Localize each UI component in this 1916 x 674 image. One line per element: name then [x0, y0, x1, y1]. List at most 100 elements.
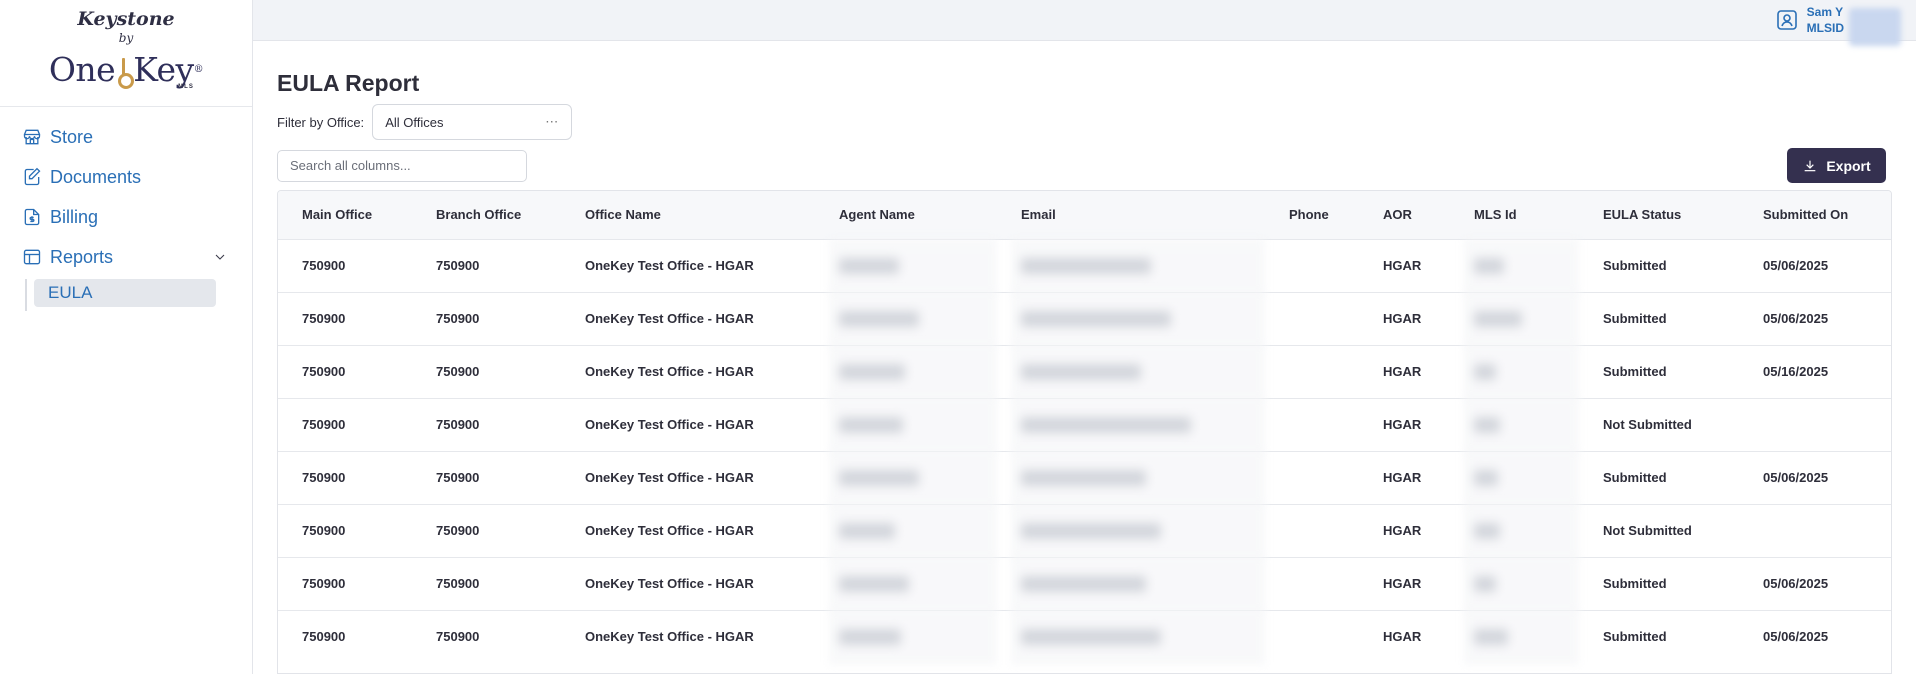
main-area: Sam Y MLSID EULA Report Filter by Office…: [253, 0, 1916, 674]
cell-office-name: OneKey Test Office - HGAR: [561, 291, 815, 345]
redacted-value: [1474, 257, 1504, 274]
redacted-value: [1021, 469, 1146, 486]
user-menu[interactable]: Sam Y MLSID: [1775, 4, 1901, 46]
redacted-value: [1021, 575, 1146, 592]
column-header-office-name[interactable]: Office Name: [561, 191, 815, 239]
search-input[interactable]: [277, 149, 527, 182]
column-header-mls-id[interactable]: MLS Id: [1450, 191, 1579, 239]
redacted-value: [839, 416, 903, 433]
cell-aor: HGAR: [1359, 503, 1450, 557]
cell-branch-office: 750900: [412, 238, 561, 292]
column-header-eula-status[interactable]: EULA Status: [1579, 191, 1739, 239]
user-name: Sam Y: [1806, 5, 1844, 19]
cell-main-office: 750900: [278, 291, 412, 345]
cell-aor: HGAR: [1359, 556, 1450, 610]
cell-office-name: OneKey Test Office - HGAR: [561, 238, 815, 292]
cell-phone: [1265, 238, 1359, 292]
redacted-value: [839, 575, 909, 592]
table-row[interactable]: 750900 750900 OneKey Test Office - HGAR HGA…: [278, 344, 1891, 398]
cell-mls-id: [1450, 503, 1579, 557]
logo-keystone-text: Keystone: [77, 8, 175, 30]
table-row[interactable]: 750900 750900 OneKey Test Office - HGAR HGA…: [278, 291, 1891, 345]
column-header-branch-office[interactable]: Branch Office: [412, 191, 561, 239]
redacted-value: [1474, 310, 1522, 327]
redacted-value: [1021, 522, 1161, 539]
sidebar-item-billing[interactable]: Billing: [0, 197, 252, 237]
column-header-aor[interactable]: AOR: [1359, 191, 1450, 239]
redacted-value: [839, 310, 919, 327]
office-select[interactable]: All Offices ⋯: [372, 104, 573, 140]
cell-eula-status: Submitted: [1579, 238, 1739, 292]
sidebar-item-store[interactable]: Store: [0, 117, 252, 157]
reports-submenu: EULA: [0, 279, 252, 311]
cell-eula-status: Submitted: [1579, 556, 1739, 610]
cell-branch-office: 750900: [412, 291, 561, 345]
table-row[interactable]: 750900 750900 OneKey Test Office - HGAR HGA…: [278, 238, 1891, 292]
table-row[interactable]: 750900 750900 OneKey Test Office - HGAR HGA…: [278, 503, 1891, 557]
download-icon: [1804, 160, 1816, 171]
user-mlsid: MLSID: [1806, 21, 1844, 35]
document-edit-icon: [24, 167, 41, 186]
sidebar-nav: Store Documents Billing Reports EULA: [0, 107, 252, 311]
cell-phone: [1265, 450, 1359, 504]
redacted-value: [839, 469, 919, 486]
cell-aor: HGAR: [1359, 450, 1450, 504]
redacted-value: [1474, 629, 1508, 646]
cell-agent-name: [815, 397, 997, 451]
cell-submitted-on: 05/16/2025: [1739, 344, 1891, 398]
cell-branch-office: 750900: [412, 609, 561, 663]
column-header-phone[interactable]: Phone: [1265, 191, 1359, 239]
cell-agent-name: [815, 344, 997, 398]
keystone-onekey-logo[interactable]: Keystone by One Key ® MLS: [0, 0, 252, 107]
cell-phone: [1265, 609, 1359, 663]
export-button[interactable]: Export: [1787, 148, 1886, 183]
cell-email: [997, 556, 1265, 610]
column-header-agent-name[interactable]: Agent Name: [815, 191, 997, 239]
table-row[interactable]: 750900 750900 OneKey Test Office - HGAR HGA…: [278, 556, 1891, 610]
cell-mls-id: [1450, 344, 1579, 398]
redacted-value: [1021, 257, 1151, 274]
cell-mls-id: [1450, 450, 1579, 504]
cell-aor: HGAR: [1359, 291, 1450, 345]
cell-email: [997, 503, 1265, 557]
cell-branch-office: 750900: [412, 344, 561, 398]
table-row[interactable]: 750900 750900 OneKey Test Office - HGAR HGA…: [278, 450, 1891, 504]
cell-eula-status: Submitted: [1579, 344, 1739, 398]
key-icon: [117, 58, 135, 89]
cell-email: [997, 397, 1265, 451]
table-row[interactable]: 750900 750900 OneKey Test Office - HGAR HGA…: [278, 609, 1891, 663]
cell-branch-office: 750900: [412, 397, 561, 451]
cell-submitted-on: 05/06/2025: [1739, 450, 1891, 504]
cell-aor: HGAR: [1359, 344, 1450, 398]
top-bar: Sam Y MLSID: [253, 0, 1916, 46]
table-header-row: Main Office Branch Office Office Name Ag…: [278, 191, 1891, 239]
cell-agent-name: [815, 450, 997, 504]
cell-agent-name: [815, 609, 997, 663]
filter-label: Filter by Office:: [277, 114, 365, 130]
redacted-value: [839, 257, 899, 274]
redacted-value: [1474, 416, 1500, 433]
cell-phone: [1265, 503, 1359, 557]
column-header-submitted-on[interactable]: Submitted On: [1739, 191, 1891, 239]
chevron-down-icon[interactable]: [212, 249, 228, 265]
redacted-value: [839, 522, 895, 539]
column-header-main-office[interactable]: Main Office: [278, 191, 412, 239]
cell-main-office: 750900: [278, 556, 412, 610]
cell-email: [997, 609, 1265, 663]
table-row[interactable]: 750900 750900 OneKey Test Office - HGAR HGA…: [278, 397, 1891, 451]
cell-phone: [1265, 344, 1359, 398]
cell-eula-status: Submitted: [1579, 609, 1739, 663]
column-header-email[interactable]: Email: [997, 191, 1265, 239]
cell-submitted-on: 05/06/2025: [1739, 556, 1891, 610]
cell-office-name: OneKey Test Office - HGAR: [561, 344, 815, 398]
cell-office-name: OneKey Test Office - HGAR: [561, 503, 815, 557]
sidebar: Keystone by One Key ® MLS Store Document…: [0, 0, 253, 674]
sidebar-item-documents[interactable]: Documents: [0, 157, 252, 197]
cell-mls-id: [1450, 397, 1579, 451]
sidebar-item-eula[interactable]: EULA: [34, 279, 216, 307]
cell-agent-name: [815, 291, 997, 345]
redacted-value: [1474, 469, 1498, 486]
cell-mls-id: [1450, 291, 1579, 345]
sidebar-item-reports[interactable]: Reports: [0, 237, 252, 277]
office-filter: Filter by Office: All Offices ⋯: [277, 104, 1892, 140]
